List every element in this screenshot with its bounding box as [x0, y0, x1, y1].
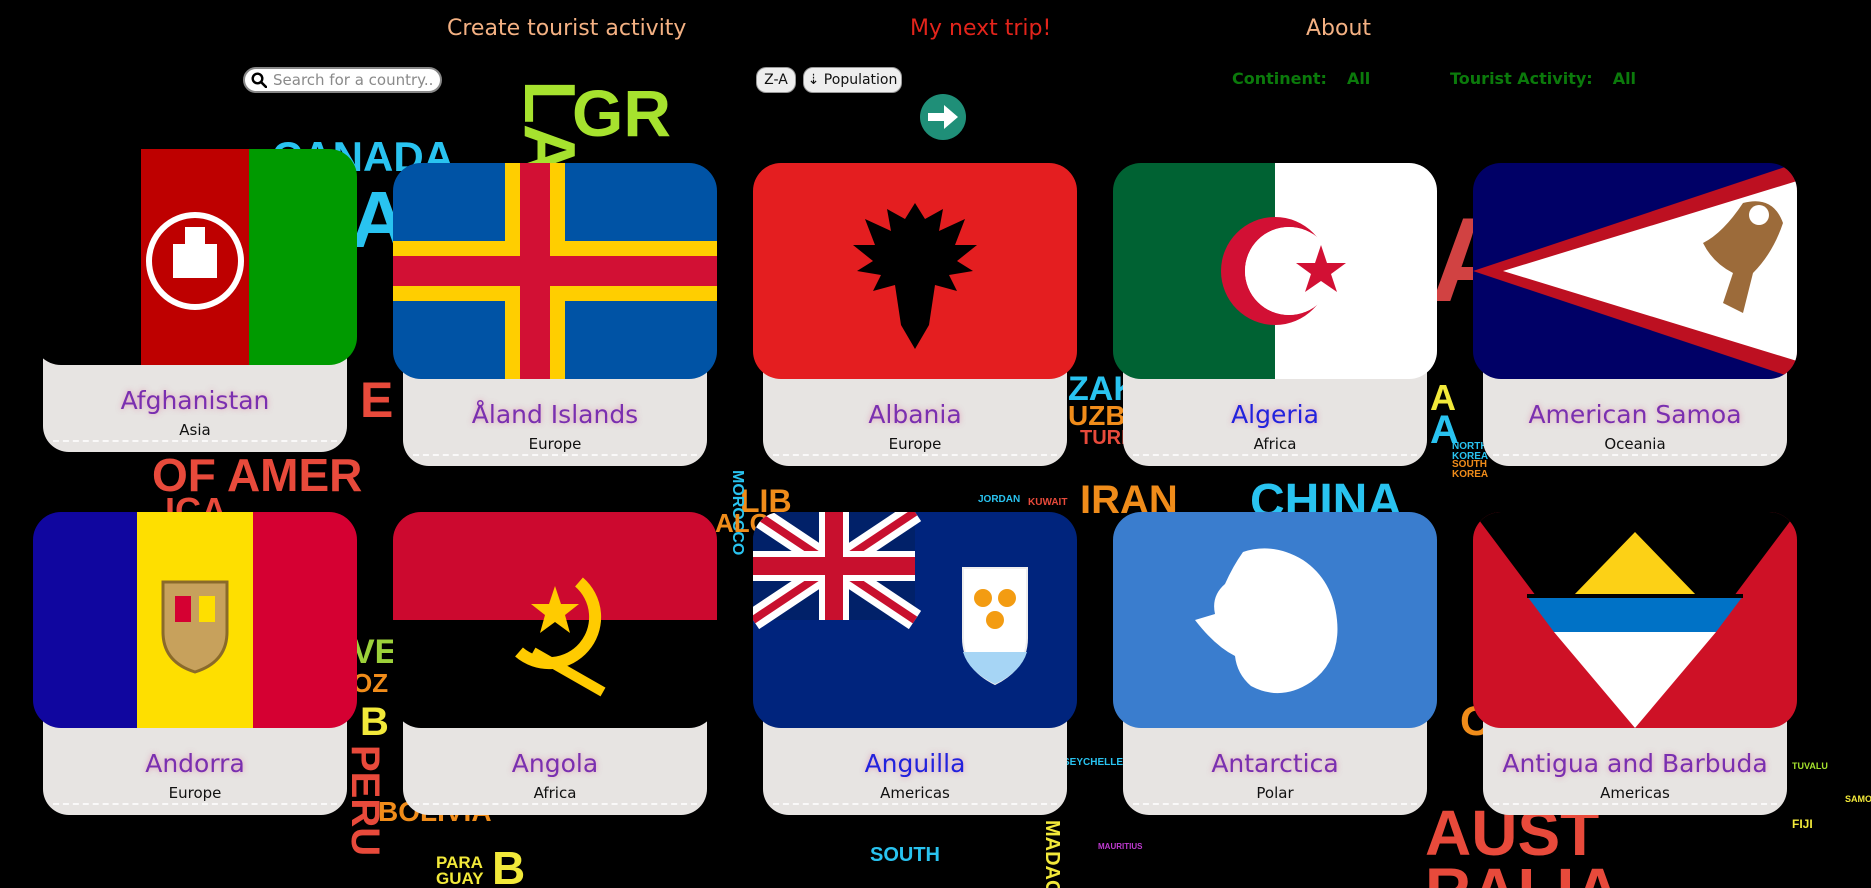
afghanistan-flag: [33, 149, 357, 365]
country-continent: Oceania: [1604, 435, 1666, 453]
country-continent: Africa: [1253, 435, 1297, 453]
country-name[interactable]: Albania: [763, 400, 1067, 429]
nav-about[interactable]: About: [1306, 16, 1371, 41]
bg-word: MADAGA: [1041, 820, 1063, 888]
bg-word: SOUTH KOREA: [1452, 459, 1489, 480]
country-continent: Europe: [888, 435, 942, 453]
sort-population-button[interactable]: ⇣ Population: [803, 67, 902, 93]
bg-word: TUVALU: [1792, 761, 1828, 771]
search-input[interactable]: [273, 71, 433, 89]
continent-filter-label: Continent:: [1232, 69, 1327, 88]
aland-flag: [393, 163, 717, 379]
american-samoa-flag: [1473, 163, 1797, 379]
country-name[interactable]: Angola: [403, 749, 707, 778]
continent-filter-value[interactable]: All: [1347, 69, 1370, 88]
arrow-right-icon: [928, 105, 958, 129]
bg-word: FIJI: [1792, 817, 1813, 831]
bg-word: SAMOA: [1845, 794, 1871, 804]
bg-word: GR: [572, 76, 671, 150]
activity-filter-label: Tourist Activity:: [1450, 69, 1593, 88]
nav-create-activity[interactable]: Create tourist activity: [447, 16, 686, 41]
country-continent: Europe: [528, 435, 582, 453]
algeria-flag: [1113, 163, 1437, 379]
bg-word: KUWAIT: [1028, 497, 1068, 508]
bg-word: MAURITIUS: [1098, 842, 1143, 851]
activity-filter[interactable]: Tourist Activity: All: [1450, 69, 1636, 88]
next-page-button[interactable]: [920, 94, 966, 140]
country-name[interactable]: Andorra: [43, 749, 347, 778]
country-name[interactable]: Antigua and Barbuda: [1483, 749, 1787, 778]
bg-word: VE: [352, 633, 398, 671]
country-continent: Americas: [880, 784, 950, 802]
search-icon: [251, 72, 267, 88]
country-name[interactable]: Åland Islands: [403, 400, 707, 429]
bg-word: E: [360, 372, 394, 428]
bg-word: B: [360, 700, 389, 744]
bg-word: SOUTH: [870, 844, 940, 866]
bg-word: SEYCHELLE: [1063, 757, 1124, 768]
albania-flag: [753, 163, 1077, 379]
country-continent: Europe: [168, 784, 222, 802]
andorra-flag: [33, 512, 357, 728]
country-continent: Polar: [1256, 784, 1294, 802]
country-name[interactable]: Afghanistan: [43, 386, 347, 415]
angola-flag: [393, 512, 717, 728]
bg-word: AUST RALIA: [1425, 797, 1621, 888]
bg-word: PARA GUAY: [436, 853, 484, 888]
bg-word: OZ: [352, 668, 389, 698]
bg-word: B: [492, 842, 526, 888]
country-name[interactable]: Anguilla: [763, 749, 1067, 778]
country-continent: Africa: [533, 784, 577, 802]
antigua-flag: [1473, 512, 1797, 728]
country-name[interactable]: American Samoa: [1483, 400, 1787, 429]
continent-filter[interactable]: Continent: All: [1232, 69, 1370, 88]
antarctica-flag: [1113, 512, 1437, 728]
activity-filter-value[interactable]: All: [1613, 69, 1636, 88]
sort-alphabetical-button[interactable]: Z-A: [756, 67, 796, 93]
bg-word: JORDAN: [978, 494, 1021, 505]
country-name[interactable]: Antarctica: [1123, 749, 1427, 778]
country-continent: Americas: [1600, 784, 1670, 802]
search-box[interactable]: [243, 67, 442, 93]
country-name[interactable]: Algeria: [1123, 400, 1427, 429]
anguilla-flag: [753, 512, 1077, 728]
country-continent: Asia: [179, 421, 211, 439]
nav-next-trip[interactable]: My next trip!: [910, 16, 1051, 41]
